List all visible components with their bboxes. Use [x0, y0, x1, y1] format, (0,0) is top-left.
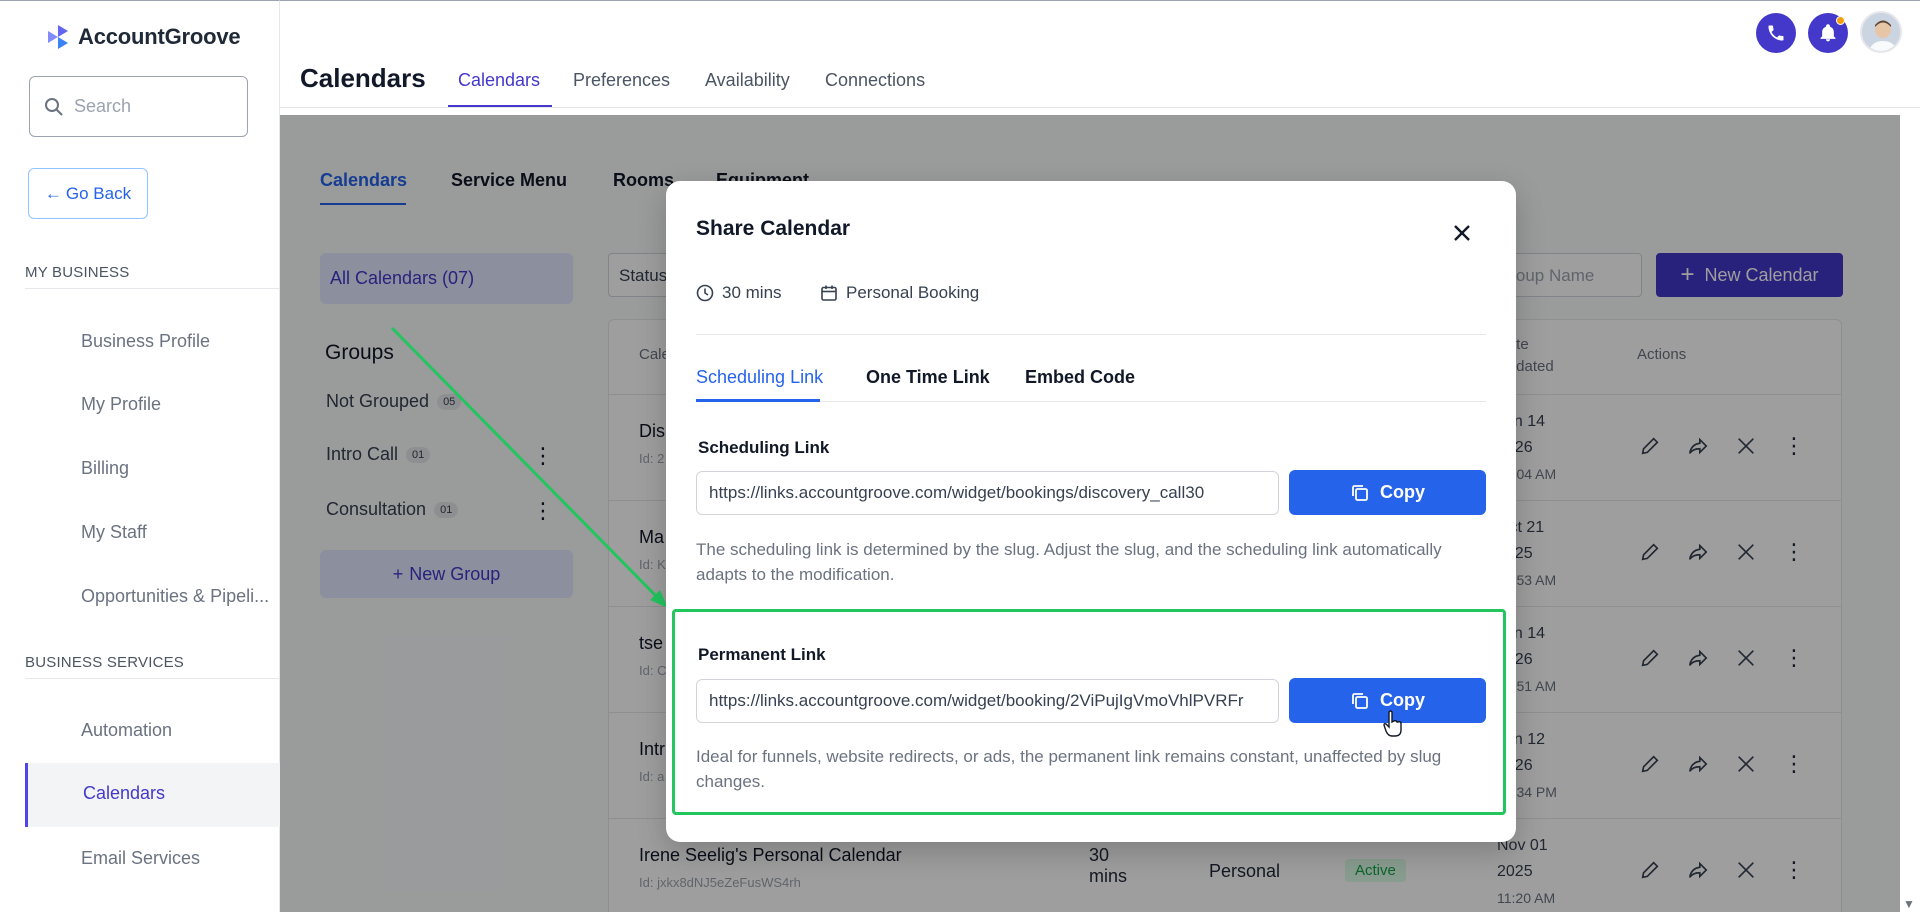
active-tab-indicator: [696, 399, 820, 402]
close-button[interactable]: [1450, 221, 1474, 245]
tab-scheduling-link[interactable]: Scheduling Link: [696, 367, 823, 388]
scheduling-link-label: Scheduling Link: [698, 438, 830, 457]
copy-label: Copy: [1380, 482, 1425, 502]
copy-scheduling-link-button[interactable]: Copy: [1289, 470, 1486, 515]
booking-type-text: Personal Booking: [846, 283, 980, 302]
calendar-icon: [821, 285, 837, 301]
tab-one-time-link[interactable]: One Time Link: [866, 367, 990, 388]
modal-divider: [696, 334, 1486, 335]
copy-icon: [1352, 484, 1368, 501]
duration-meta: 30 mins: [696, 283, 782, 303]
clock-icon: [696, 284, 714, 302]
booking-type-meta: Personal Booking: [820, 283, 979, 303]
modal-title: Share Calendar: [696, 217, 851, 240]
duration-text: 30 mins: [722, 283, 782, 302]
hand-cursor-icon: [1383, 710, 1402, 737]
tab-embed-code[interactable]: Embed Code: [1025, 367, 1135, 388]
permanent-link-highlight: [672, 609, 1506, 815]
scheduling-link-input[interactable]: [696, 471, 1279, 515]
scheduling-link-help: The scheduling link is determined by the…: [696, 540, 1442, 584]
close-icon: [1454, 225, 1470, 241]
